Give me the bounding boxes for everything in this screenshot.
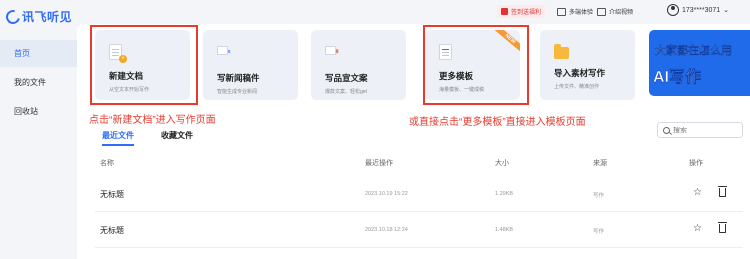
card-title: 写新闻稿件 <box>217 73 260 83</box>
logo-icon <box>3 6 23 27</box>
file-name: 无标题 <box>100 226 124 235</box>
table-row[interactable]: 无标题 2023.10.19 15:22 1.29KB 写作 ☆ <box>95 178 743 212</box>
highlight-more-templates <box>423 25 529 105</box>
avatar <box>667 4 679 16</box>
gift-icon <box>501 8 508 15</box>
sidebar: 讯飞听见 首页 我的文件 回收站 <box>0 0 77 259</box>
news-icon: NEWS <box>217 46 233 64</box>
star-icon[interactable]: ☆ <box>693 223 702 234</box>
logo-text: 讯飞听见 <box>22 10 73 24</box>
search-icon <box>663 126 670 134</box>
col-name: 名称 <box>100 160 114 167</box>
ai-writing-banner[interactable]: 大家都在怎么用 AI写作 <box>649 30 750 96</box>
tab-recent-files[interactable]: 最近文件 <box>102 130 134 146</box>
table-header: 名称 最近操作 大小 来源 操作 <box>95 158 750 172</box>
card-subtitle: 智能生成专业新闻 <box>217 89 258 95</box>
file-tabs: 最近文件 收藏文件 <box>102 130 193 146</box>
search-input[interactable] <box>673 126 733 134</box>
table-row[interactable]: 无标题 2023.10.18 12:24 1.48KB 写作 ☆ <box>95 214 743 248</box>
col-size: 大小 <box>495 160 509 167</box>
card-subtitle: 上传文件、精准创作 <box>554 84 600 90</box>
file-source: 写作 <box>593 193 605 199</box>
file-time: 2023.10.18 12:24 <box>365 227 408 233</box>
card-promo-copy[interactable]: 小红书 写品宣文案 爆款文案、轻松get <box>311 30 406 100</box>
main-panel: + 新建文档 从空文本开始写作 NEWS 写新闻稿件 智能生成专业新闻 小红书 … <box>77 24 750 259</box>
promo-badge[interactable]: 签到送福利 <box>497 5 546 18</box>
multi-device-label: 多端体验 <box>569 10 594 16</box>
tab-favorite-files[interactable]: 收藏文件 <box>161 130 193 146</box>
search-box[interactable] <box>657 122 743 138</box>
highlight-new-document <box>90 25 198 105</box>
col-actions: 操作 <box>689 160 703 167</box>
monitor-icon <box>557 7 566 16</box>
intro-video-label: 介绍视频 <box>609 10 634 16</box>
play-icon <box>597 7 606 16</box>
sidebar-item-home[interactable]: 首页 <box>0 40 77 67</box>
file-size: 1.29KB <box>495 191 514 197</box>
file-source: 写作 <box>593 229 605 235</box>
card-title: 写品宣文案 <box>325 73 368 83</box>
top-bar: 签到送福利 多端体验 介绍视频 173****3071 ⌄ <box>77 0 750 24</box>
user-menu[interactable]: 173****3071 ⌄ <box>667 4 729 16</box>
banner-line2: AI写作 <box>653 69 702 86</box>
promo-label: 签到送福利 <box>511 10 542 16</box>
col-source: 来源 <box>593 160 607 167</box>
trash-icon[interactable] <box>718 222 727 233</box>
card-import-material[interactable]: 导入素材写作 上传文件、精准创作 <box>540 30 635 100</box>
card-title: 导入素材写作 <box>554 68 606 78</box>
multi-device-button[interactable]: 多端体验 <box>557 7 593 16</box>
chevron-down-icon: ⌄ <box>723 7 730 14</box>
banner-line1: 大家都在怎么用 <box>655 45 732 57</box>
col-recent: 最近操作 <box>365 160 393 167</box>
annotation-right: 或直接点击“更多模板”直接进入模板页面 <box>409 117 586 128</box>
annotation-left: 点击“新建文档”进入写作页面 <box>89 115 216 126</box>
sidebar-item-my-files[interactable]: 我的文件 <box>0 69 77 96</box>
sidebar-item-recycle-bin[interactable]: 回收站 <box>0 98 77 125</box>
file-size: 1.48KB <box>495 227 514 233</box>
star-icon[interactable]: ☆ <box>693 187 702 198</box>
sidebar-nav: 首页 我的文件 回收站 <box>0 40 77 127</box>
trash-icon[interactable] <box>718 186 727 197</box>
folder-icon <box>554 44 569 59</box>
intro-video-button[interactable]: 介绍视频 <box>597 7 633 16</box>
card-news-article[interactable]: NEWS 写新闻稿件 智能生成专业新闻 <box>203 30 298 100</box>
app-logo[interactable]: 讯飞听见 <box>3 6 73 27</box>
user-name: 173****3071 <box>682 6 721 14</box>
file-name: 无标题 <box>100 190 124 199</box>
card-subtitle: 爆款文案、轻松get <box>325 89 367 95</box>
file-time: 2023.10.19 15:22 <box>365 191 408 197</box>
xiaohongshu-icon: 小红书 <box>325 46 341 64</box>
